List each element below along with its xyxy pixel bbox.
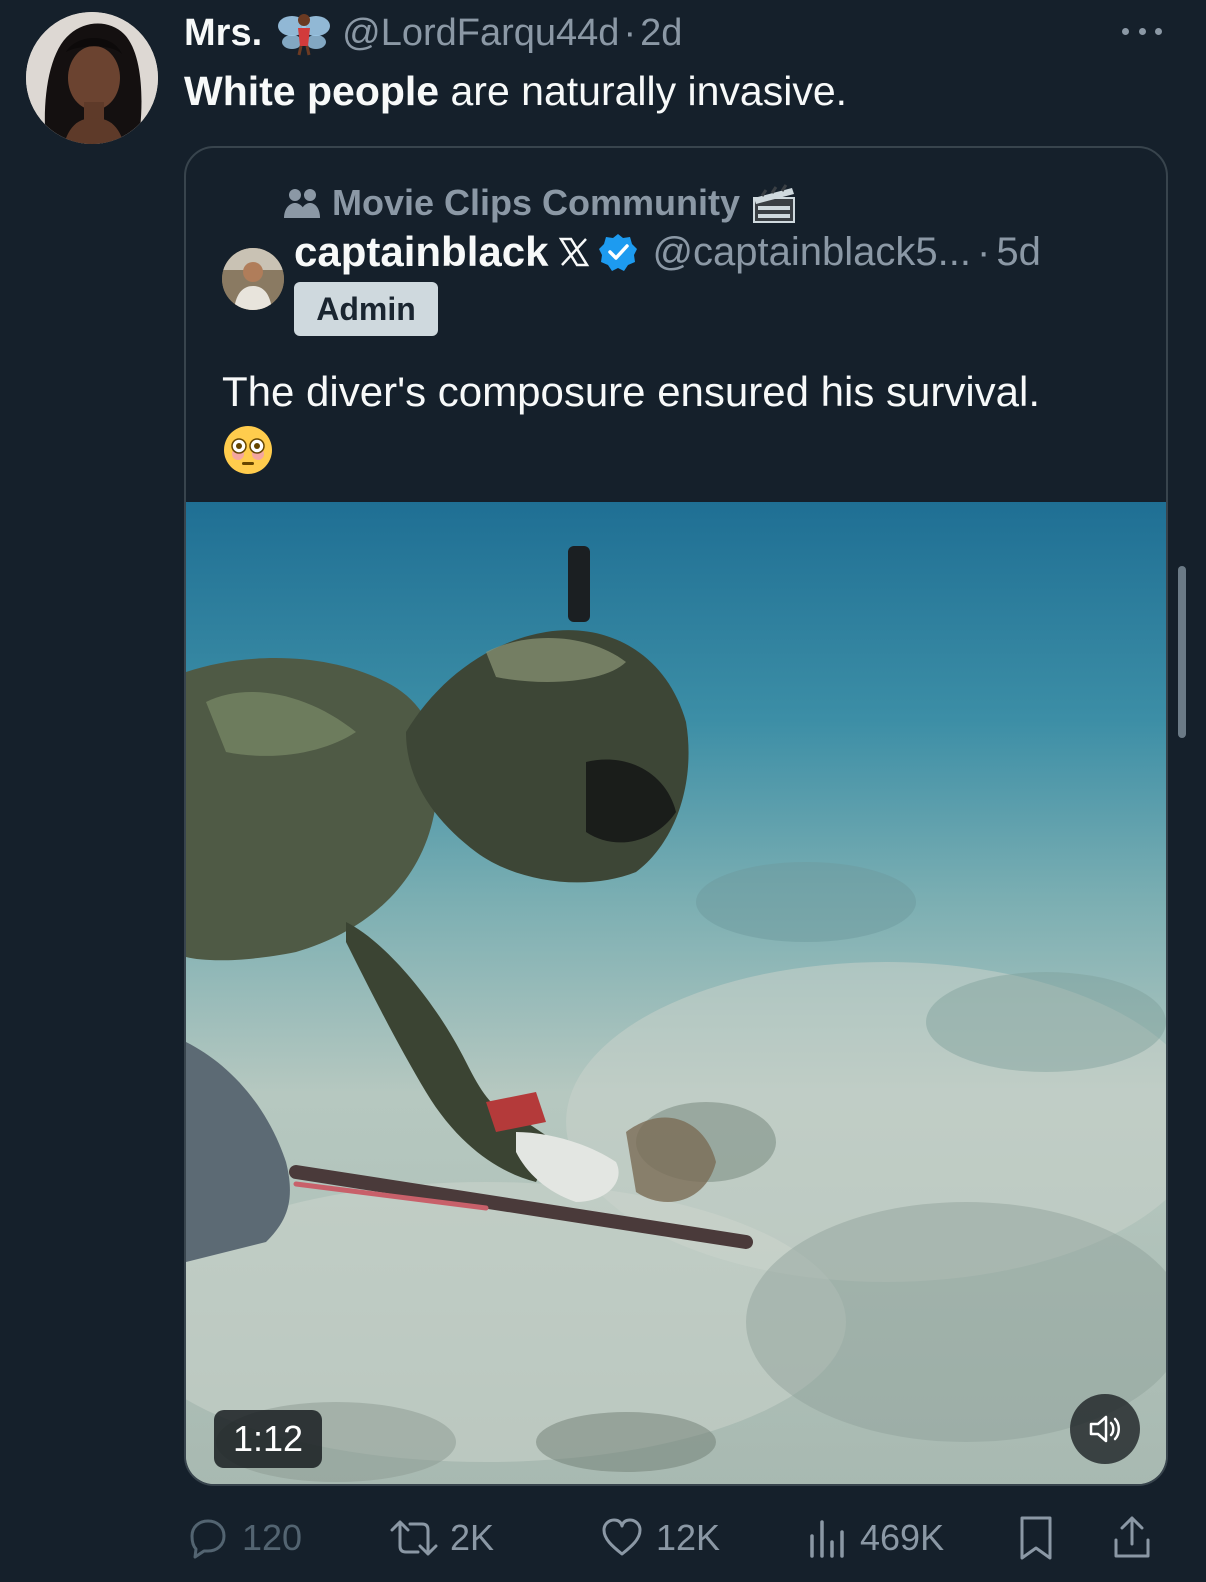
like-button[interactable]: 12K — [598, 1508, 720, 1568]
x-logo-badge-icon — [559, 237, 590, 267]
video-duration-badge: 1:12 — [214, 1410, 322, 1468]
video-player[interactable]: 1:12 — [186, 502, 1166, 1484]
quoted-author-handle[interactable]: @captainblack5... — [652, 230, 971, 275]
admin-badge: Admin — [294, 282, 438, 336]
quoted-tweet-header: captainblack @captainblack5... · 5d — [294, 226, 1041, 278]
share-icon — [1114, 1516, 1150, 1558]
quoted-tweet-text: The diver's composure ensured his surviv… — [222, 364, 1122, 476]
speaker-icon — [1089, 1415, 1120, 1443]
time-separator: · — [623, 11, 637, 54]
scrollbar[interactable] — [1178, 566, 1186, 738]
tweet-text: White people are naturally invasive. — [184, 66, 847, 116]
flushed-face-emoji — [224, 426, 272, 474]
reply-count: 120 — [242, 1517, 303, 1558]
tweet-text-rest: are naturally invasive. — [439, 68, 848, 114]
profile-photo-man — [222, 248, 284, 310]
tweet-action-bar: 120 2K 12K 469K — [184, 1508, 1168, 1568]
tweet-header: Mrs. @LordFarqu44d · 2d — [184, 10, 682, 56]
community-name: Movie Clips Community — [332, 182, 741, 223]
quoted-time-separator: · — [977, 229, 991, 274]
tweet-text-bold: White people — [184, 68, 440, 114]
clapper-board-emoji — [753, 184, 796, 223]
quoted-author-display-name[interactable]: captainblack — [294, 228, 548, 276]
quoted-author-avatar[interactable] — [222, 248, 284, 310]
share-button[interactable] — [1110, 1508, 1164, 1568]
quoted-tweet-text-body: The diver's composure ensured his surviv… — [222, 368, 1041, 415]
verified-badge-icon — [599, 234, 638, 271]
more-options-icon[interactable] — [1118, 18, 1166, 44]
repost-count: 2K — [450, 1517, 495, 1558]
author-display-name[interactable]: Mrs. — [184, 12, 262, 55]
video-frame-underwater-diver — [186, 502, 1166, 1484]
views-chart-icon — [810, 1520, 844, 1558]
author-handle[interactable]: @LordFarqu44d — [342, 12, 619, 55]
view-count: 469K — [860, 1517, 945, 1558]
community-label[interactable]: Movie Clips Community — [282, 182, 798, 224]
fairy-emoji — [278, 14, 331, 56]
author-avatar[interactable] — [26, 12, 158, 144]
mute-toggle-button[interactable] — [1070, 1394, 1140, 1464]
reply-button[interactable]: 120 — [184, 1508, 302, 1568]
repost-icon — [390, 1520, 438, 1556]
community-people-icon — [284, 189, 320, 218]
views-button[interactable]: 469K — [806, 1508, 944, 1568]
quoted-tweet-card[interactable]: Movie Clips Community captainblack @capt… — [184, 146, 1168, 1486]
repost-button[interactable]: 2K — [388, 1508, 494, 1568]
bookmark-button[interactable] — [1014, 1508, 1068, 1568]
like-count: 12K — [656, 1517, 721, 1558]
heart-icon — [602, 1518, 642, 1556]
bookmark-icon — [1020, 1516, 1052, 1560]
profile-photo-woman — [26, 12, 158, 144]
tweet-time[interactable]: 2d — [640, 12, 682, 55]
quoted-tweet-time[interactable]: 5d — [996, 230, 1041, 275]
reply-icon — [190, 1519, 226, 1559]
